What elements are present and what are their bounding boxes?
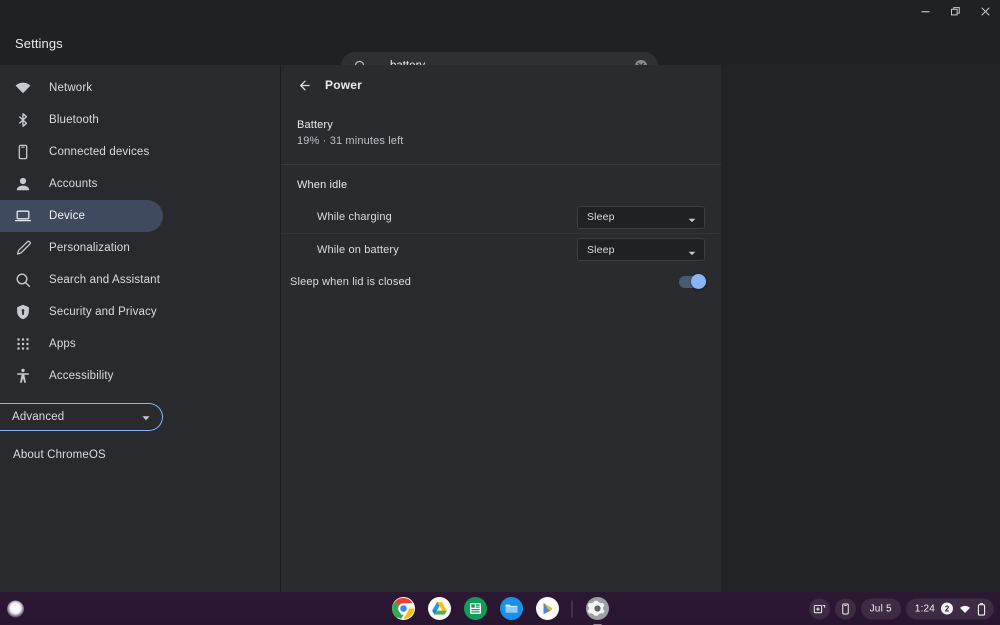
close-button[interactable] [970,0,1000,22]
back-arrow-icon[interactable] [291,73,315,97]
sidebar-item-accounts[interactable]: Accounts [0,168,163,200]
window-titlebar [0,0,1000,22]
shelf-separator [572,600,573,617]
play-store-icon[interactable] [535,596,560,621]
sheets-icon[interactable] [463,596,488,621]
system-tray-button[interactable]: 1:24 2 [906,598,994,619]
chromeos-screen: Settings battery [0,0,1000,625]
sidebar-advanced-label: Advanced [12,411,64,423]
sidebar-item-about-chromeos[interactable]: About ChromeOS [0,439,280,471]
sidebar-item-label: Apps [49,338,76,350]
screen-capture-icon[interactable] [809,598,830,619]
sidebar-item-connected-devices[interactable]: Connected devices [0,136,163,168]
settings-header: Settings battery [0,22,1000,65]
sidebar-item-label: Personalization [49,242,130,254]
content-header: Power [281,65,721,105]
pref-label: Sleep when lid is closed [290,276,411,288]
sidebar-item-accessibility[interactable]: Accessibility [0,360,163,392]
while-on-battery-select[interactable]: Sleep [577,238,705,261]
shield-icon [14,303,32,321]
select-value: Sleep [587,211,687,223]
sidebar-item-bluetooth[interactable]: Bluetooth [0,104,163,136]
person-icon [14,175,32,193]
content-right-filler [721,65,1000,592]
sidebar-item-search-and-assistant[interactable]: Search and Assistant [0,264,163,296]
date-label: Jul 5 [870,603,892,614]
chevron-down-icon [687,245,697,255]
battery-icon [977,603,986,615]
settings-icon[interactable] [585,596,610,621]
app-title: Settings [15,36,63,51]
chevron-down-icon [140,411,152,423]
pref-row-while-charging: While charging Sleep [281,201,721,233]
wifi-icon [14,79,32,97]
settings-content-panel: Power Battery 19% · 31 minutes left When… [280,65,721,592]
select-value: Sleep [587,244,687,256]
sidebar-item-label: Bluetooth [49,114,99,126]
settings-window: Settings battery [0,0,1000,592]
shelf-app-list [391,596,610,621]
sidebar-item-network[interactable]: Network [0,72,163,104]
phone-hub-icon[interactable] [835,598,856,619]
wifi-icon [959,603,971,615]
pref-row-while-on-battery: While on battery Sleep [281,233,721,265]
sidebar-item-apps[interactable]: Apps [0,328,163,360]
chevron-down-icon [687,212,697,222]
bluetooth-icon [14,111,32,129]
laptop-icon [14,207,32,225]
sidebar-item-device[interactable]: Device [0,200,163,232]
when-idle-title: When idle [281,165,721,201]
sidebar-item-label: About ChromeOS [13,449,106,461]
window-controls [910,0,1000,22]
clock-label: 1:24 [915,603,935,614]
sidebar-item-label: Security and Privacy [49,306,157,318]
sidebar-item-label: Connected devices [49,146,149,158]
date-tray-button[interactable]: Jul 5 [861,598,901,619]
brush-icon [14,239,32,257]
accessibility-icon [14,367,32,385]
page-title: Power [325,78,362,92]
sidebar-advanced-toggle[interactable]: Advanced [0,403,163,431]
status-tray: Jul 5 1:24 2 [809,598,994,619]
battery-title: Battery [297,118,705,133]
minimize-button[interactable] [910,0,940,22]
pref-row-sleep-when-lid-closed: Sleep when lid is closed [281,265,721,299]
notification-count-badge: 2 [941,603,953,615]
sidebar-item-label: Accounts [49,178,98,190]
restore-button[interactable] [940,0,970,22]
toggle-knob [691,274,706,289]
battery-section: Battery 19% · 31 minutes left [281,105,721,164]
sidebar-item-label: Search and Assistant [49,274,160,286]
sidebar-item-label: Device [49,210,85,222]
magnifier-icon [14,271,32,289]
chromeos-shelf: Jul 5 1:24 2 [0,592,1000,625]
launcher-button[interactable] [7,600,24,617]
chrome-icon[interactable] [391,596,416,621]
phone-icon [14,143,32,161]
sidebar-item-label: Network [49,82,92,94]
battery-status: 19% · 31 minutes left [297,134,705,149]
sleep-when-lid-closed-toggle[interactable] [679,276,705,288]
sidebar-item-label: Accessibility [49,370,114,382]
files-icon[interactable] [499,596,524,621]
google-drive-icon[interactable] [427,596,452,621]
settings-sidebar: Network Bluetooth [0,65,280,592]
settings-body: Network Bluetooth [0,65,1000,592]
pref-label: While charging [317,211,392,223]
sidebar-item-personalization[interactable]: Personalization [0,232,163,264]
sidebar-item-security-and-privacy[interactable]: Security and Privacy [0,296,163,328]
grid-icon [14,335,32,353]
pref-label: While on battery [317,244,399,256]
while-charging-select[interactable]: Sleep [577,206,705,229]
